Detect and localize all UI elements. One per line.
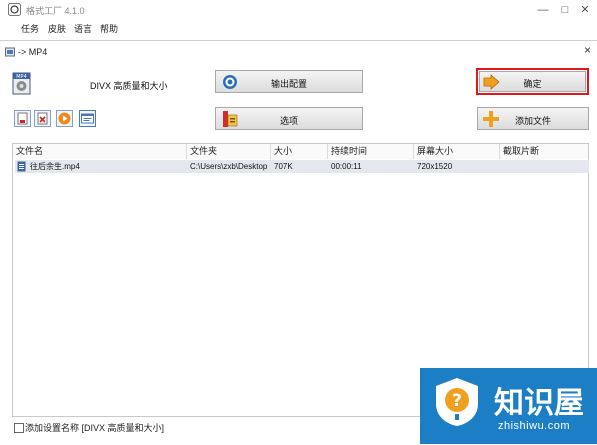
play-icon	[58, 112, 71, 125]
ok-label: 确定	[523, 79, 542, 89]
output-config-label: 输出配置	[270, 79, 307, 89]
cell-size: 707K	[274, 162, 293, 171]
dialog-title: -> MP4	[18, 47, 48, 57]
dialog-icon	[5, 47, 15, 59]
menu-language[interactable]: 语言	[74, 22, 92, 35]
column-header-filename[interactable]: 文件名	[13, 144, 187, 159]
play-button[interactable]	[56, 110, 73, 127]
remove-icon	[37, 112, 48, 125]
app-close-button[interactable]: ✕	[572, 0, 597, 20]
menu-help[interactable]: 帮助	[100, 22, 118, 35]
app-menubar: 任务 皮肤 语言 帮助	[0, 20, 597, 36]
add-file-label: 添加文件	[514, 116, 551, 126]
profile-label: DIVX 高质量和大小	[90, 81, 168, 91]
watermark-brand: 知识屋	[494, 386, 584, 421]
app-titlebar: 格式工厂 4.1.0 — □ ✕	[0, 0, 597, 20]
info-window-icon	[81, 113, 94, 124]
watermark-url: zhishiwu.com	[498, 420, 571, 432]
column-header-resolution[interactable]: 屏幕大小	[414, 144, 500, 159]
cell-duration: 00:00:11	[331, 162, 362, 171]
file-info-button[interactable]	[79, 110, 96, 127]
svg-text:?: ?	[452, 391, 462, 411]
cell-resolution: 720x1520	[417, 162, 453, 171]
cell-clip	[500, 160, 588, 173]
menu-task[interactable]: 任务	[21, 22, 39, 35]
app-title: 格式工厂 4.1.0	[26, 6, 85, 16]
cell-filename: 往后余生.mp4	[30, 162, 80, 171]
mp4-format-icon: MP4	[11, 72, 33, 98]
options-button[interactable]: 选项	[215, 107, 363, 130]
app-logo-icon	[8, 3, 21, 18]
watermark-logo-icon: ?	[434, 376, 480, 430]
remove-file-button[interactable]	[34, 110, 51, 127]
add-profile-name-label: 添加设置名称 [DIVX 高质量和大小]	[25, 423, 165, 433]
column-header-size[interactable]: 大小	[271, 144, 328, 159]
ok-button[interactable]: 确定	[479, 71, 586, 92]
column-header-clip[interactable]: 截取片断	[500, 144, 588, 159]
column-header-duration[interactable]: 持续时间	[328, 144, 414, 159]
clear-list-button[interactable]	[14, 110, 31, 127]
column-header-folder[interactable]: 文件夹	[187, 144, 271, 159]
clear-list-icon	[17, 112, 28, 125]
svg-text:MP4: MP4	[16, 74, 27, 80]
menu-skin[interactable]: 皮肤	[48, 22, 66, 35]
add-file-button[interactable]: 添加文件	[477, 107, 589, 130]
cell-folder: C:\Users\zxb\Desktop	[190, 162, 268, 171]
add-profile-name-checkbox[interactable]	[14, 423, 24, 433]
watermark: ? 知识屋 zhishiwu.com	[420, 368, 597, 444]
options-label: 选项	[279, 116, 298, 126]
output-config-button[interactable]: 输出配置	[215, 70, 363, 93]
video-file-icon	[17, 161, 26, 174]
dialog-close-button[interactable]: ×	[584, 43, 591, 57]
